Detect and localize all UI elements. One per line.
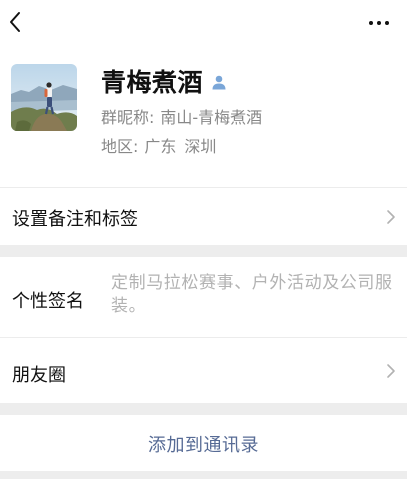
signature-label: 个性签名: [12, 291, 84, 312]
remark-tags-label: 设置备注和标签: [12, 209, 138, 230]
moments-row[interactable]: 朋友圈: [0, 338, 407, 403]
nickname: 青梅煮酒: [101, 68, 204, 97]
chevron-right-icon: [387, 210, 395, 224]
add-to-contacts-button[interactable]: 添加到通讯录: [0, 415, 407, 471]
nickname-row: 青梅煮酒: [101, 64, 227, 98]
region-label: 地区:: [101, 137, 139, 156]
moments-label: 朋友圈: [12, 365, 66, 386]
group-nickname-value: 南山-青梅煮酒: [160, 108, 263, 127]
chevron-right-icon: [387, 364, 395, 378]
chevron-left-icon: [10, 12, 20, 32]
region-city: 深圳: [184, 137, 217, 156]
group-nickname-label: 群昵称:: [101, 108, 155, 127]
more-button[interactable]: [367, 10, 393, 34]
avatar[interactable]: [11, 64, 77, 131]
region-province: 广东: [144, 137, 177, 156]
back-button[interactable]: [6, 10, 26, 34]
user-gender-icon: [212, 75, 226, 90]
more-horizontal-icon: [369, 21, 389, 25]
signature-value: 定制马拉松赛事、户外活动及公司服装。: [111, 273, 393, 316]
region-line: 地区: 广东 深圳: [101, 133, 216, 157]
group-nickname-line: 群昵称: 南山-青梅煮酒: [101, 104, 262, 128]
remark-tags-row[interactable]: 设置备注和标签: [0, 188, 407, 245]
profile-photo: [11, 64, 77, 131]
add-to-contacts-label: 添加到通讯录: [148, 435, 259, 456]
